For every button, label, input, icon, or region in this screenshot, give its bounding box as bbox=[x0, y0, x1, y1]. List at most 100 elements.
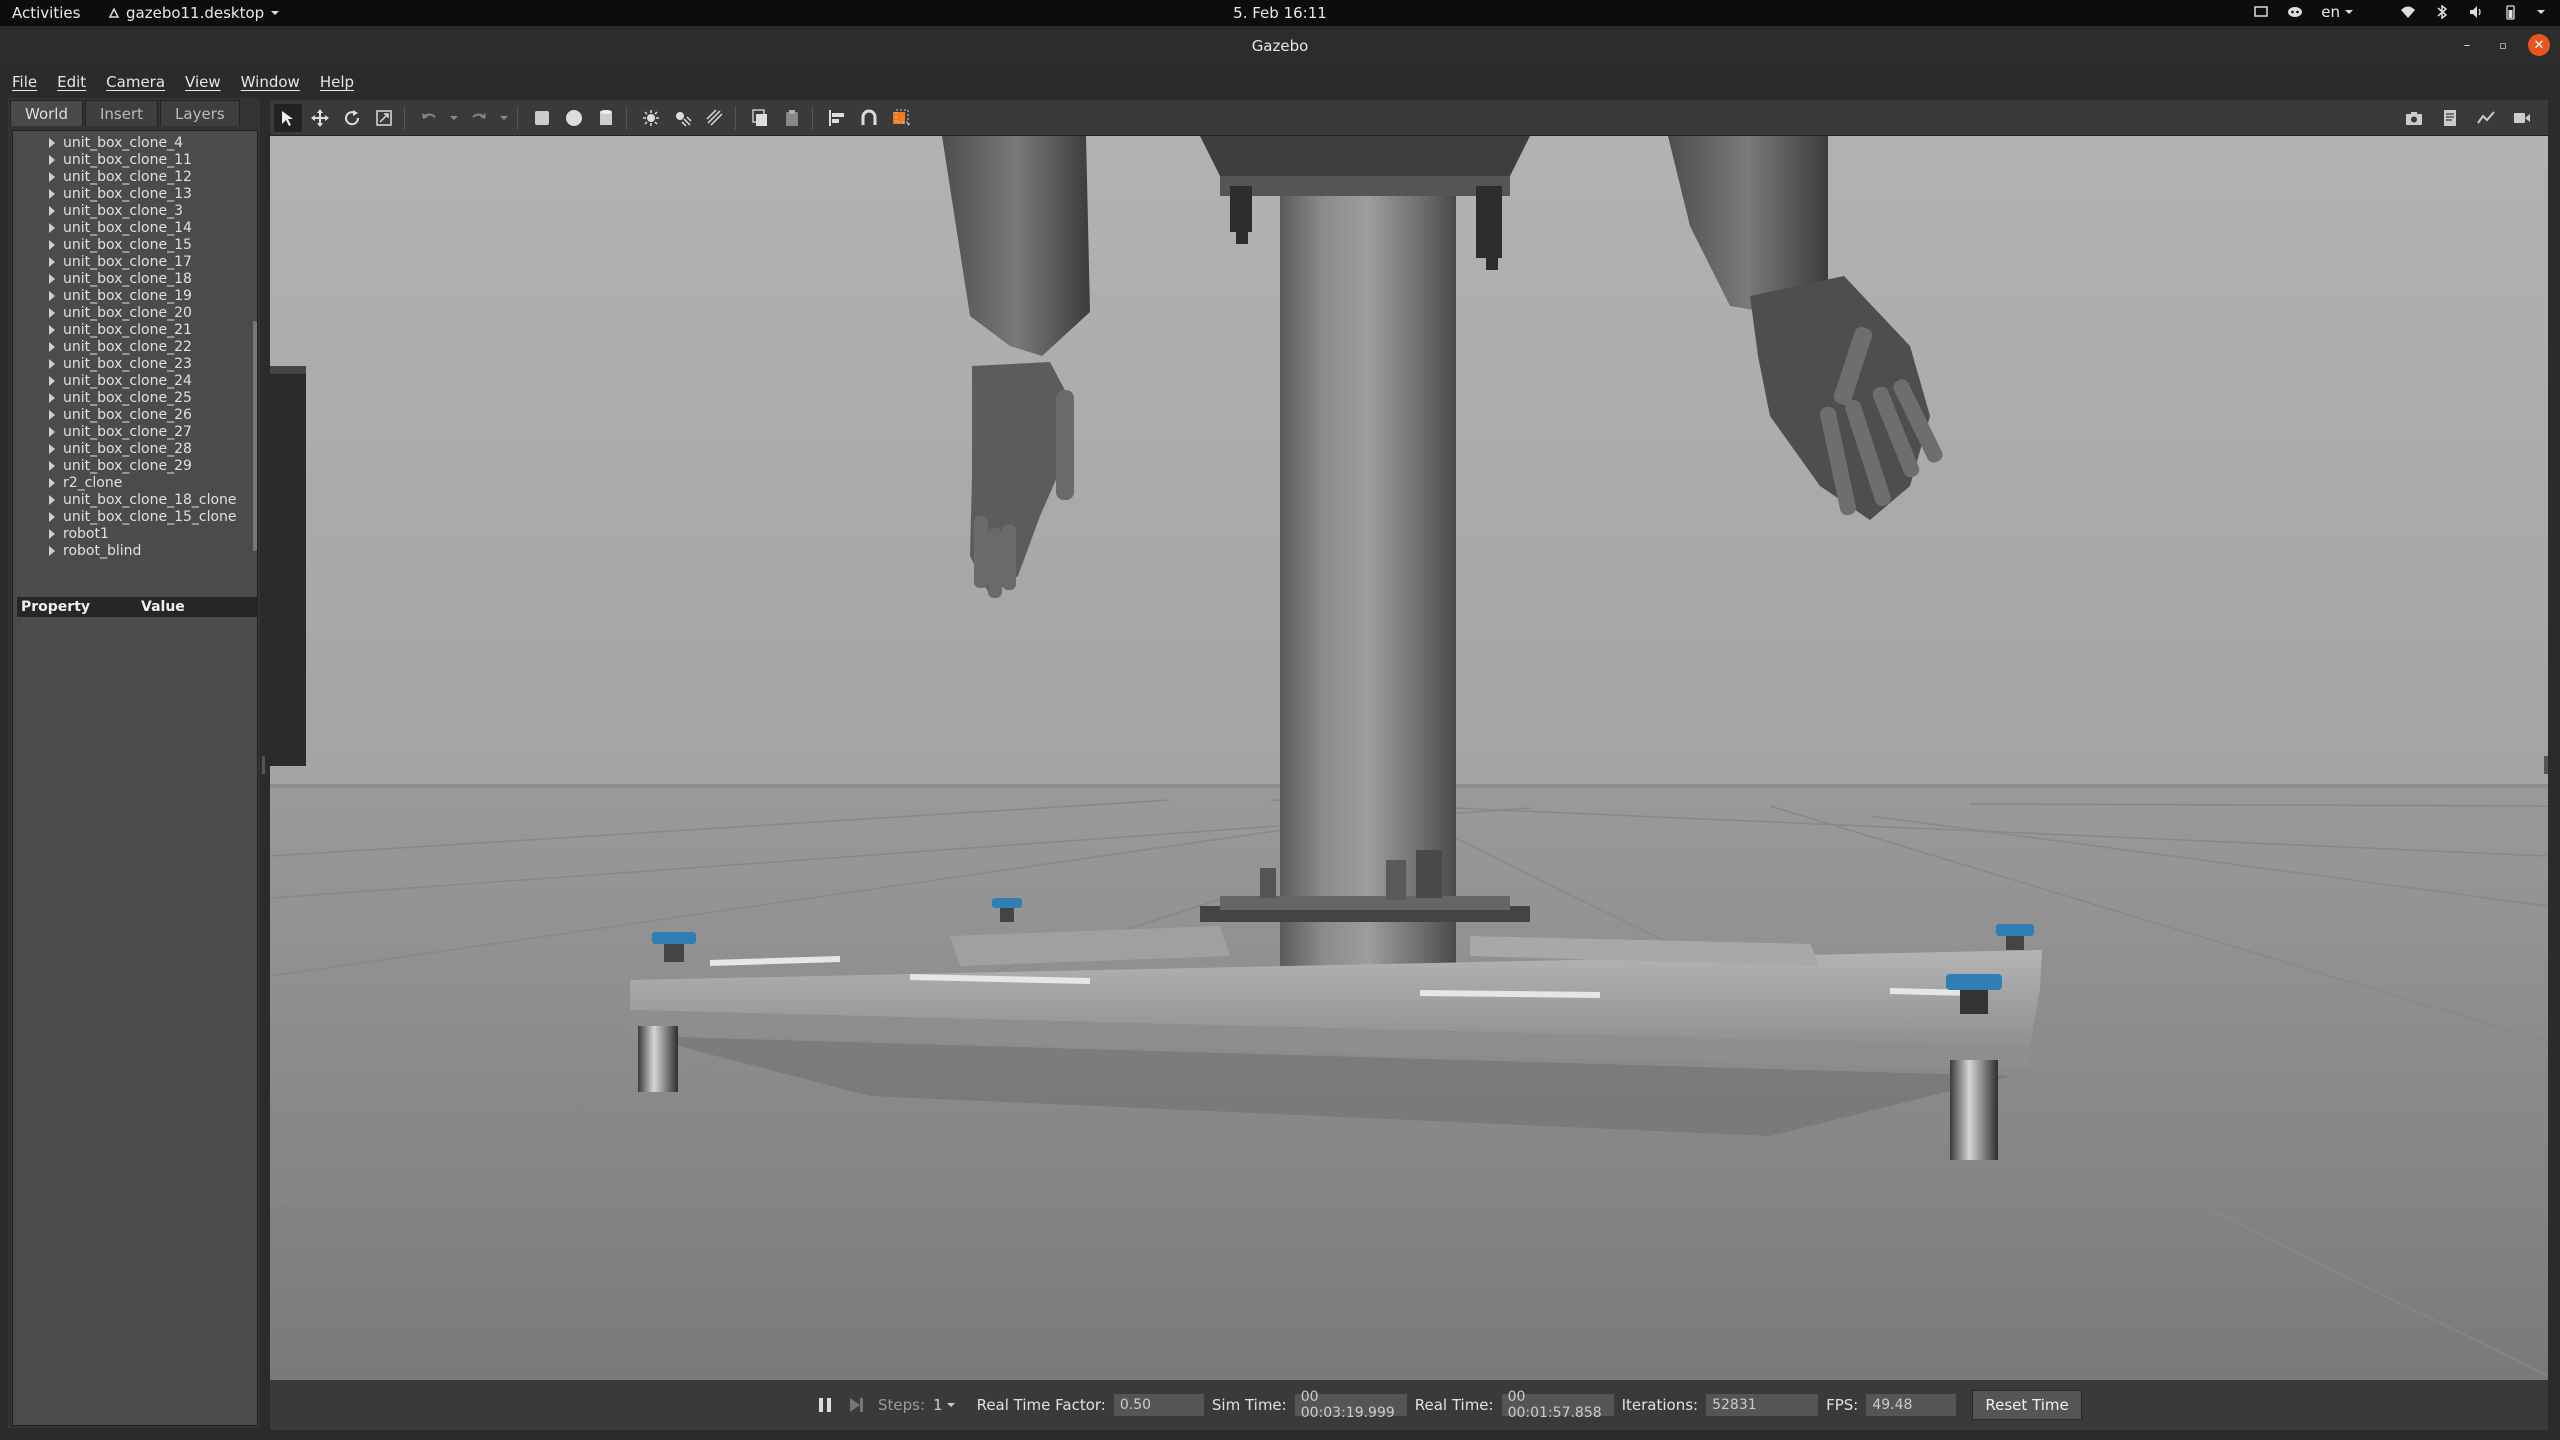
menu-file[interactable]: File bbox=[12, 73, 37, 91]
snap-button[interactable] bbox=[855, 104, 883, 132]
expand-arrow-icon[interactable] bbox=[49, 307, 55, 318]
expand-arrow-icon[interactable] bbox=[49, 154, 55, 165]
select-mode-button[interactable] bbox=[274, 103, 302, 132]
log-button[interactable] bbox=[2436, 104, 2464, 132]
insert-point-light-button[interactable] bbox=[637, 104, 665, 132]
menu-window[interactable]: Window bbox=[241, 73, 300, 91]
expand-arrow-icon[interactable] bbox=[49, 426, 55, 437]
expand-arrow-icon[interactable] bbox=[49, 341, 55, 352]
undo-history-button[interactable] bbox=[447, 104, 461, 132]
expand-arrow-icon[interactable] bbox=[49, 392, 55, 403]
wifi-icon[interactable] bbox=[2400, 4, 2416, 20]
undo-button[interactable] bbox=[415, 104, 443, 132]
expand-arrow-icon[interactable] bbox=[49, 239, 55, 250]
copy-button[interactable] bbox=[746, 104, 774, 132]
redo-history-button[interactable] bbox=[497, 104, 511, 132]
expand-arrow-icon[interactable] bbox=[49, 545, 55, 556]
expand-arrow-icon[interactable] bbox=[49, 171, 55, 182]
expand-arrow-icon[interactable] bbox=[49, 443, 55, 454]
bluetooth-icon[interactable] bbox=[2434, 4, 2450, 20]
insert-cylinder-button[interactable] bbox=[592, 104, 620, 132]
expand-arrow-icon[interactable] bbox=[49, 137, 55, 148]
close-button[interactable]: ✕ bbox=[2528, 34, 2550, 56]
battery-icon[interactable] bbox=[2502, 4, 2518, 20]
tab-insert[interactable]: Insert bbox=[85, 100, 159, 126]
insert-box-button[interactable] bbox=[528, 104, 556, 132]
tree-item[interactable]: unit_box_clone_27 bbox=[17, 423, 249, 440]
tree-item[interactable]: unit_box_clone_3 bbox=[17, 202, 249, 219]
tree-item[interactable]: unit_box_clone_13 bbox=[17, 185, 249, 202]
tree-item[interactable]: unit_box_clone_14 bbox=[17, 219, 249, 236]
tree-item[interactable]: unit_box_clone_29 bbox=[17, 457, 249, 474]
step-button[interactable] bbox=[848, 1397, 870, 1413]
tree-item[interactable]: unit_box_clone_24 bbox=[17, 372, 249, 389]
tree-item[interactable]: unit_box_clone_25 bbox=[17, 389, 249, 406]
3d-viewport[interactable] bbox=[270, 136, 2548, 1380]
redo-button[interactable] bbox=[465, 104, 493, 132]
expand-arrow-icon[interactable] bbox=[49, 528, 55, 539]
expand-arrow-icon[interactable] bbox=[49, 256, 55, 267]
menu-camera[interactable]: Camera bbox=[106, 73, 165, 91]
expand-arrow-icon[interactable] bbox=[49, 409, 55, 420]
expand-arrow-icon[interactable] bbox=[49, 511, 55, 522]
plot-button[interactable] bbox=[2472, 104, 2500, 132]
insert-sphere-button[interactable] bbox=[560, 104, 588, 132]
world-tree[interactable]: unit_box_clone_4 unit_box_clone_11 unit_bo… bbox=[12, 130, 258, 1426]
tree-item[interactable]: unit_box_clone_19 bbox=[17, 287, 249, 304]
activities-button[interactable]: Activities bbox=[12, 4, 80, 22]
discord-icon[interactable] bbox=[2287, 4, 2303, 20]
expand-arrow-icon[interactable] bbox=[49, 358, 55, 369]
insert-directional-light-button[interactable] bbox=[701, 104, 729, 132]
expand-arrow-icon[interactable] bbox=[49, 375, 55, 386]
expand-arrow-icon[interactable] bbox=[49, 188, 55, 199]
screen-icon[interactable] bbox=[2253, 4, 2269, 20]
tree-item[interactable]: robot_blind bbox=[17, 542, 249, 559]
expand-arrow-icon[interactable] bbox=[49, 460, 55, 471]
clock[interactable]: 5. Feb 16:11 bbox=[1233, 4, 1327, 22]
rotate-mode-button[interactable] bbox=[338, 104, 366, 132]
tree-item[interactable]: unit_box_clone_28 bbox=[17, 440, 249, 457]
volume-icon[interactable] bbox=[2468, 4, 2484, 20]
paste-button[interactable] bbox=[778, 104, 806, 132]
menu-edit[interactable]: Edit bbox=[57, 73, 86, 91]
tab-world[interactable]: World bbox=[10, 100, 83, 126]
pause-button[interactable] bbox=[818, 1397, 840, 1413]
tree-item[interactable]: unit_box_clone_18 bbox=[17, 270, 249, 287]
tree-item[interactable]: unit_box_clone_15 bbox=[17, 236, 249, 253]
tree-item[interactable]: unit_box_clone_17 bbox=[17, 253, 249, 270]
expand-arrow-icon[interactable] bbox=[49, 222, 55, 233]
maximize-button[interactable]: ▫ bbox=[2492, 34, 2514, 56]
window-title-bar[interactable]: Gazebo – ▫ ✕ bbox=[0, 26, 2560, 66]
tree-item[interactable]: unit_box_clone_26 bbox=[17, 406, 249, 423]
tree-item[interactable]: unit_box_clone_15_clone bbox=[17, 508, 249, 525]
expand-arrow-icon[interactable] bbox=[49, 477, 55, 488]
tree-item[interactable]: unit_box_clone_12 bbox=[17, 168, 249, 185]
view-angle-button[interactable] bbox=[887, 104, 915, 132]
minimize-button[interactable]: – bbox=[2456, 34, 2478, 56]
tree-item[interactable]: robot1 bbox=[17, 525, 249, 542]
tree-item[interactable]: unit_box_clone_23 bbox=[17, 355, 249, 372]
panel-splitter-handle[interactable] bbox=[262, 756, 265, 774]
tree-item[interactable]: unit_box_clone_20 bbox=[17, 304, 249, 321]
tree-item[interactable]: unit_box_clone_4 bbox=[17, 134, 249, 151]
menu-help[interactable]: Help bbox=[320, 73, 354, 91]
reset-time-button[interactable]: Reset Time bbox=[1972, 1390, 2082, 1420]
steps-spinbox[interactable]: 1 bbox=[933, 1396, 955, 1414]
language-indicator[interactable]: en bbox=[2321, 3, 2354, 21]
translate-mode-button[interactable] bbox=[306, 104, 334, 132]
tree-item[interactable]: unit_box_clone_21 bbox=[17, 321, 249, 338]
expand-arrow-icon[interactable] bbox=[49, 494, 55, 505]
tab-layers[interactable]: Layers bbox=[160, 100, 240, 126]
app-menu[interactable]: gazebo11.desktop bbox=[108, 4, 280, 22]
tree-item[interactable]: r2_clone bbox=[17, 474, 249, 491]
screenshot-button[interactable] bbox=[2400, 104, 2428, 132]
align-button[interactable] bbox=[823, 104, 851, 132]
expand-arrow-icon[interactable] bbox=[49, 273, 55, 284]
expand-arrow-icon[interactable] bbox=[49, 205, 55, 216]
chevron-down-icon[interactable] bbox=[2536, 8, 2546, 16]
expand-arrow-icon[interactable] bbox=[49, 324, 55, 335]
tree-item[interactable]: unit_box_clone_18_clone bbox=[17, 491, 249, 508]
tree-item[interactable]: unit_box_clone_22 bbox=[17, 338, 249, 355]
expand-arrow-icon[interactable] bbox=[49, 290, 55, 301]
tree-scrollbar[interactable] bbox=[253, 321, 257, 551]
